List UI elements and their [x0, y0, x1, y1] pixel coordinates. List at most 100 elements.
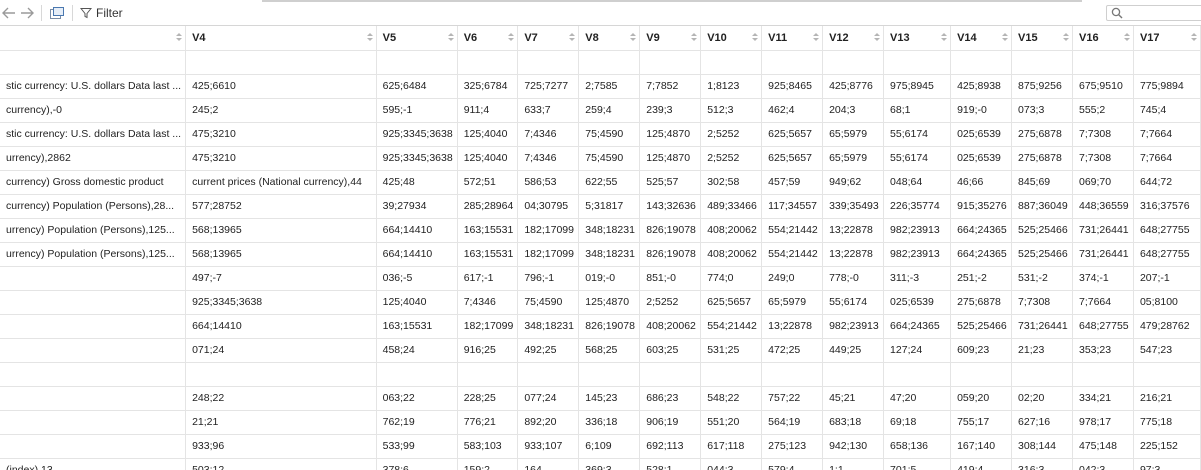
table-cell[interactable]: 568;13965	[185, 242, 377, 267]
table-cell[interactable]: 617;118	[700, 434, 763, 459]
table-cell[interactable]: 892;20	[517, 410, 580, 435]
table-cell[interactable]: 425;6610	[185, 74, 377, 99]
table-cell[interactable]: 731;26441	[1072, 242, 1134, 267]
table-cell[interactable]: 13;22878	[822, 242, 885, 267]
table-cell[interactable]: 025;6539	[883, 290, 952, 315]
table-cell[interactable]: 664;24365	[883, 314, 952, 339]
table-cell[interactable]: 686;23	[639, 386, 702, 411]
table-cell[interactable]: 525;25466	[950, 314, 1013, 339]
table-cell[interactable]: 226;35774	[883, 194, 952, 219]
table-cell[interactable]: 845;69	[1011, 170, 1073, 195]
table-cell[interactable]: 55;6174	[883, 146, 952, 171]
table-cell[interactable]: 625;5657	[700, 290, 763, 315]
table-cell[interactable]: 316;3	[1011, 458, 1073, 470]
table-cell[interactable]: 302;58	[700, 170, 763, 195]
table-cell[interactable]: 275;123	[761, 434, 824, 459]
table-cell[interactable]: 531;-2	[1011, 266, 1073, 291]
table-cell[interactable]: 525;25466	[1011, 218, 1073, 243]
table-cell[interactable]: 776;21	[457, 410, 519, 435]
table-cell[interactable]: 7;7664	[1133, 146, 1201, 171]
table-cell[interactable]: 982;23913	[822, 314, 885, 339]
table-cell[interactable]: 664;24365	[950, 218, 1013, 243]
table-cell[interactable]: 525;25466	[1011, 242, 1073, 267]
table-cell[interactable]: 489;33466	[700, 194, 763, 219]
table-cell[interactable]	[1011, 362, 1073, 387]
table-cell[interactable]: 475;148	[1072, 434, 1134, 459]
column-header[interactable]: V5	[376, 26, 458, 51]
sort-arrows-icon[interactable]	[874, 32, 881, 42]
table-cell[interactable]: 125;4040	[457, 146, 519, 171]
sort-arrows-icon[interactable]	[176, 32, 183, 42]
column-header[interactable]: V7	[517, 26, 580, 51]
table-cell[interactable]: 5;31817	[578, 194, 641, 219]
table-cell[interactable]: 39;27934	[376, 194, 458, 219]
search-input[interactable]	[1129, 7, 1199, 19]
table-cell[interactable]: 55;6174	[883, 122, 952, 147]
table-cell[interactable]: 664;14410	[376, 218, 458, 243]
table-cell[interactable]: 664;14410	[376, 242, 458, 267]
table-cell[interactable]: 048;64	[883, 170, 952, 195]
table-cell[interactable]: 633;7	[517, 98, 580, 123]
table-cell[interactable]: 025;6539	[950, 122, 1013, 147]
table-cell[interactable]	[950, 50, 1013, 75]
column-header[interactable]: V14	[950, 26, 1013, 51]
table-cell[interactable]: 982;23913	[883, 242, 952, 267]
table-cell[interactable]	[761, 50, 824, 75]
search-box[interactable]	[1106, 5, 1201, 21]
table-cell[interactable]: 059;20	[950, 386, 1013, 411]
table-cell[interactable]: 457;59	[761, 170, 824, 195]
table-cell[interactable]: 204;3	[822, 98, 885, 123]
table-cell[interactable]: 207;-1	[1133, 266, 1201, 291]
table-cell[interactable]: stic currency: U.S. dollars Data last ..…	[0, 74, 187, 99]
table-cell[interactable]: 7;7852	[639, 74, 702, 99]
table-cell[interactable]: 46;66	[950, 170, 1013, 195]
table-cell[interactable]	[0, 410, 187, 435]
table-cell[interactable]: 675;9510	[1072, 74, 1134, 99]
table-cell[interactable]: 982;23913	[883, 218, 952, 243]
table-cell[interactable]	[1011, 50, 1073, 75]
table-cell[interactable]: 627;16	[1011, 410, 1073, 435]
table-cell[interactable]: 533;99	[376, 434, 458, 459]
table-cell[interactable]: urrency),2862	[0, 146, 187, 171]
table-cell[interactable]: 7;7308	[1011, 290, 1073, 315]
filter-button[interactable]: Filter	[80, 4, 140, 22]
table-cell[interactable]	[457, 362, 519, 387]
table-cell[interactable]: 554;21442	[761, 242, 824, 267]
table-cell[interactable]: 978;17	[1072, 410, 1134, 435]
table-cell[interactable]: 75;4590	[578, 146, 641, 171]
table-cell[interactable]: 6;109	[578, 434, 641, 459]
table-cell[interactable]	[376, 50, 458, 75]
table-cell[interactable]: currency) Gross domestic product	[0, 170, 187, 195]
table-cell[interactable]: 65;5979	[822, 122, 885, 147]
table-cell[interactable]	[883, 50, 952, 75]
table-cell[interactable]: 374;-1	[1072, 266, 1134, 291]
table-cell[interactable]	[0, 434, 187, 459]
table-cell[interactable]: 182;17099	[517, 242, 580, 267]
table-cell[interactable]: 308;144	[1011, 434, 1073, 459]
table-cell[interactable]	[185, 362, 377, 387]
table-cell[interactable]: 225;152	[1133, 434, 1201, 459]
table-cell[interactable]: 757;22	[761, 386, 824, 411]
table-cell[interactable]: 2;7585	[578, 74, 641, 99]
table-cell[interactable]: 462;4	[761, 98, 824, 123]
table-cell[interactable]	[0, 338, 187, 363]
table-cell[interactable]: urrency) Population (Persons),125...	[0, 218, 187, 243]
table-cell[interactable]: 159;2	[457, 458, 519, 470]
table-cell[interactable]: 925;3345;3638	[376, 122, 458, 147]
table-cell[interactable]: 664;14410	[185, 314, 377, 339]
sort-arrows-icon[interactable]	[569, 32, 576, 42]
table-cell[interactable]: 125;4870	[639, 122, 702, 147]
column-header[interactable]: V12	[822, 26, 885, 51]
table-cell[interactable]: 336;18	[578, 410, 641, 435]
table-cell[interactable]: 239;3	[639, 98, 702, 123]
table-cell[interactable]: 125;4040	[457, 122, 519, 147]
table-cell[interactable]: 13;22878	[761, 314, 824, 339]
table-cell[interactable]	[1133, 362, 1201, 387]
table-cell[interactable]: 2;5252	[700, 122, 763, 147]
table-cell[interactable]: 617;-1	[457, 266, 519, 291]
table-cell[interactable]: 21;21	[185, 410, 377, 435]
sort-arrows-icon[interactable]	[1191, 32, 1197, 42]
table-cell[interactable]: 547;23	[1133, 338, 1201, 363]
table-cell[interactable]: 334;21	[1072, 386, 1134, 411]
table-cell[interactable]: 75;4590	[517, 290, 580, 315]
